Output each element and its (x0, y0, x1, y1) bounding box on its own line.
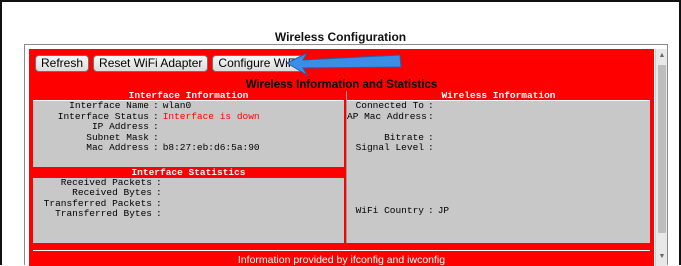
interface-stats: Received Packets: Received Bytes: Transf… (33, 177, 344, 220)
panel-content: Refresh Reset WiFi Adapter Configure WiF… (29, 49, 654, 266)
interface-status-value: Interface is down (162, 110, 260, 122)
page-title: Wireless Configuration (274, 30, 407, 44)
scroll-down-icon[interactable]: ▼ (656, 252, 668, 262)
vertical-scrollbar[interactable]: ▲ ▼ (655, 49, 667, 266)
wireless-info-column: Wireless Information Connected To: AP Ma… (346, 91, 650, 243)
wireless-row: Signal Level: (355, 142, 434, 153)
info-row: Interface Name: wlan0 (69, 100, 192, 111)
interface-stats-heading: Interface Statistics (33, 166, 344, 178)
info-row: Mac Address: b8:27:eb:d6:5a:90 (86, 142, 260, 153)
stats-row: Received Bytes: (72, 187, 162, 198)
scroll-up-icon[interactable]: ▲ (656, 51, 668, 61)
refresh-button[interactable]: Refresh (35, 55, 90, 72)
wireless-row: WiFi Country: JP (355, 205, 450, 216)
toolbar: Refresh Reset WiFi Adapter Configure WiF… (35, 55, 304, 72)
footer-note: Information provided by ifconfig and iwc… (237, 254, 446, 266)
divider (33, 250, 650, 251)
interface-info-column: Interface Information Interface Name: wla… (33, 91, 344, 243)
stats-row: Transferred Bytes: (55, 208, 162, 219)
info-row: Interface Status: Interface is down (57, 110, 260, 122)
wireless-panel: Refresh Reset WiFi Adapter Configure WiF… (24, 44, 668, 266)
scrollbar-thumb[interactable] (658, 65, 666, 233)
section-title: Wireless Information and Statistics (245, 79, 438, 91)
wireless-row: AP Mac Address: (347, 110, 434, 122)
wireless-row: Connected To: (355, 100, 434, 111)
arrow-left-icon (285, 51, 402, 77)
info-row: IP Address: (91, 121, 159, 132)
reset-wifi-adapter-button[interactable]: Reset WiFi Adapter (93, 55, 209, 72)
